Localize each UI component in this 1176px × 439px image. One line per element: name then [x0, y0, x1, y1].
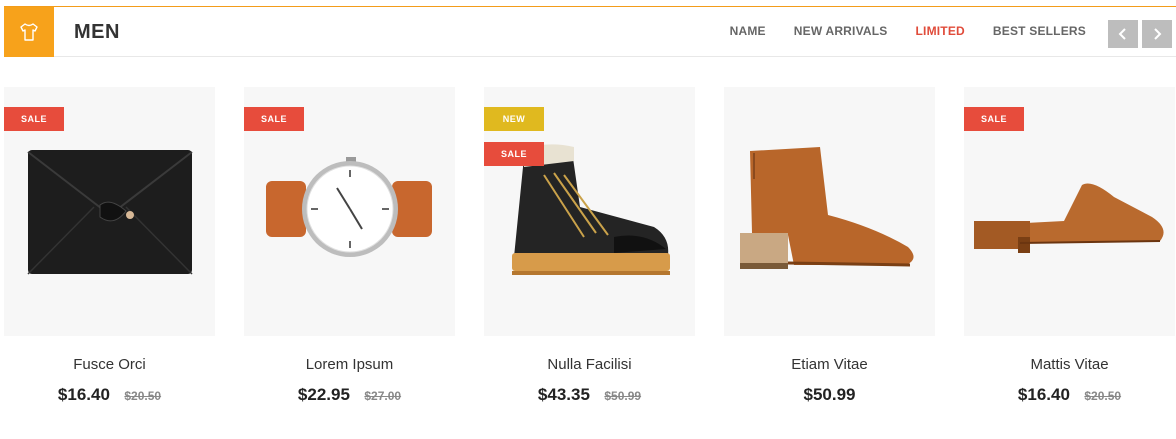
product-price: $22.95 — [297, 385, 350, 404]
product-card[interactable]: SALE Mattis Vitae $16.40 $20.50 — [964, 87, 1175, 405]
ankle-boot-image — [740, 147, 914, 269]
product-image[interactable]: SALE — [244, 87, 455, 336]
sale-badge: SALE — [484, 142, 544, 166]
product-name[interactable]: Fusce Orci — [4, 356, 215, 373]
tab-new-arrivals[interactable]: NEW ARRIVALS — [794, 24, 888, 38]
product-price: $50.99 — [803, 385, 856, 404]
product-card[interactable]: SALE Fusce Orci $16.40 $20.50 — [4, 87, 215, 405]
chevron-left-icon — [1118, 28, 1126, 40]
product-name[interactable]: Nulla Facilisi — [484, 356, 695, 373]
product-old-price: $20.50 — [1084, 389, 1122, 403]
product-card[interactable]: NEW SALE Nulla Facilisi $43.35 $50.99 — [484, 87, 695, 405]
product-prices: $43.35 $50.99 — [484, 385, 695, 405]
product-old-price: $20.50 — [124, 389, 162, 403]
filter-tabs: NAME NEW ARRIVALS LIMITED BEST SELLERS — [730, 24, 1086, 38]
product-old-price: $50.99 — [604, 389, 642, 403]
product-old-price: $27.00 — [364, 389, 402, 403]
tab-name[interactable]: NAME — [730, 24, 766, 38]
sale-badge: SALE — [4, 107, 64, 131]
product-prices: $16.40 $20.50 — [4, 385, 215, 405]
shirt-icon — [4, 7, 54, 57]
sale-badge: SALE — [244, 107, 304, 131]
sale-badge: SALE — [964, 107, 1024, 131]
product-card[interactable]: Etiam Vitae $50.99 — [724, 87, 935, 405]
category-title: MEN — [74, 21, 120, 43]
product-image[interactable]: NEW SALE — [484, 87, 695, 336]
product-price: $43.35 — [537, 385, 590, 404]
product-price: $16.40 — [57, 385, 110, 404]
product-prices: $16.40 $20.50 — [964, 385, 1175, 405]
product-price: $16.40 — [1017, 385, 1070, 404]
product-image[interactable]: SALE — [964, 87, 1175, 336]
product-prices: $50.99 — [724, 385, 935, 405]
product-prices: $22.95 $27.00 — [244, 385, 455, 405]
tab-best-sellers[interactable]: BEST SELLERS — [993, 24, 1086, 38]
new-badge: NEW — [484, 107, 544, 131]
product-card[interactable]: SALE Lorem Ipsum $22.95 $27.00 — [244, 87, 455, 405]
carousel-next-button[interactable] — [1142, 20, 1172, 48]
chevron-right-icon — [1154, 28, 1162, 40]
product-image[interactable]: SALE — [4, 87, 215, 336]
product-name[interactable]: Lorem Ipsum — [244, 356, 455, 373]
product-image[interactable] — [724, 87, 935, 336]
carousel-prev-button[interactable] — [1108, 20, 1138, 48]
product-name[interactable]: Etiam Vitae — [724, 356, 935, 373]
category-header: MEN NAME NEW ARRIVALS LIMITED BEST SELLE… — [4, 6, 1176, 57]
tab-limited[interactable]: LIMITED — [916, 24, 965, 38]
product-name[interactable]: Mattis Vitae — [964, 356, 1175, 373]
